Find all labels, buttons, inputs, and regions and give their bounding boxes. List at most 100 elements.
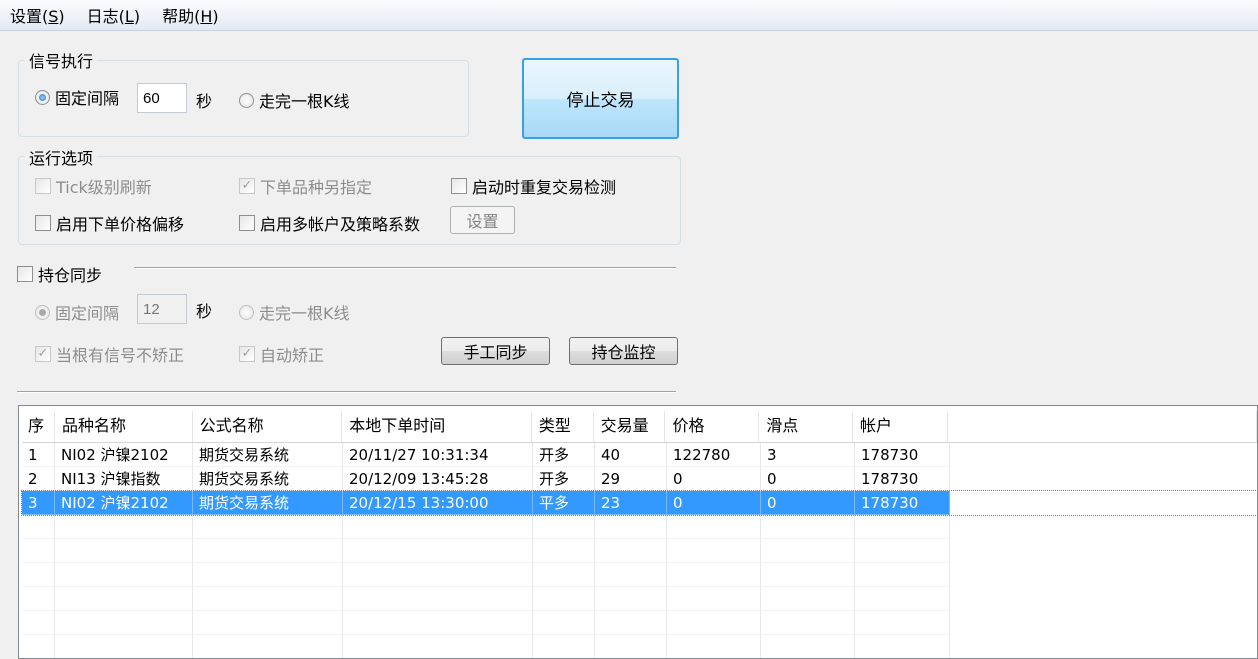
checkmark-icon: ✓ (239, 178, 255, 194)
settings-button[interactable]: 设置 (450, 206, 515, 234)
signal-group-title: 信号执行 (25, 48, 98, 72)
column-header[interactable]: 交易量 (594, 411, 666, 442)
menu-label-end: ) (212, 7, 219, 26)
table-cell (667, 587, 761, 611)
table-cell (595, 539, 667, 563)
table-cell (667, 539, 761, 563)
empty-row (22, 539, 1257, 563)
column-header[interactable]: 品种名称 (55, 411, 193, 442)
menu-key: H (200, 7, 213, 26)
column-header[interactable]: 类型 (532, 411, 594, 442)
table-cell: 122780 (667, 443, 761, 467)
symbol-specify-checkbox[interactable]: ✓ 下单品种另指定 (239, 174, 372, 198)
table-cell: 2 (22, 467, 55, 491)
empty-row (22, 611, 1257, 635)
multi-account-checkbox[interactable]: 启用多帐户及策略系数 (239, 211, 420, 235)
menu-label-end: ) (58, 7, 65, 26)
table-row[interactable]: 3 NI02 沪镍2102 期货交易系统 20/12/15 13:30:00 平多 23 0… (21, 490, 1257, 516)
radio-label: 固定间隔 (55, 89, 120, 108)
checkbox-icon (239, 215, 255, 231)
no-correct-checkbox[interactable]: ✓ 当根有信号不矫正 (35, 342, 184, 366)
table-cell (761, 563, 855, 587)
radio-icon (239, 92, 254, 108)
column-header[interactable]: 滑点 (759, 411, 853, 442)
options-group-title: 运行选项 (25, 145, 98, 169)
kline-radio[interactable]: 走完一根K线 (239, 88, 350, 112)
column-header[interactable]: 价格 (665, 411, 760, 442)
table-cell: 40 (595, 443, 667, 467)
table-cell: 开多 (533, 467, 595, 491)
position-monitor-button[interactable]: 持仓监控 (569, 337, 678, 365)
table-cell: 20/12/09 13:45:28 (343, 467, 533, 491)
tick-refresh-checkbox[interactable]: Tick级别刷新 (35, 174, 152, 198)
table-cell (667, 635, 761, 658)
menu-label: 日志( (86, 7, 125, 26)
sync-kline-radio[interactable]: 走完一根K线 (239, 300, 350, 324)
table-cell (667, 515, 761, 539)
table-cell: 178730 (855, 467, 950, 491)
table-cell (22, 587, 55, 611)
table-cell: 3 (761, 443, 855, 467)
position-sync-checkbox[interactable]: 持仓同步 (17, 262, 102, 286)
table-cell (193, 587, 343, 611)
table-row[interactable]: 1 NI02 沪镍2102 期货交易系统 20/11/27 10:31:34 开多 40 1… (22, 443, 1257, 467)
manual-sync-button[interactable]: 手工同步 (441, 337, 550, 365)
column-header[interactable]: 公式名称 (193, 411, 343, 442)
table-cell: 29 (595, 467, 667, 491)
checkbox-label: Tick级别刷新 (56, 178, 152, 197)
empty-row (22, 563, 1257, 587)
radio-icon (35, 89, 50, 105)
table-cell: 178730 (855, 491, 950, 515)
checkbox-icon (451, 178, 467, 194)
seconds-label: 秒 (196, 92, 213, 111)
table-cell (343, 539, 533, 563)
table-cell (533, 515, 595, 539)
column-header[interactable]: 帐户 (853, 411, 948, 442)
radio-label: 走完一根K线 (259, 304, 350, 323)
checkbox-label: 自动矫正 (260, 346, 325, 365)
interval-input[interactable] (137, 83, 187, 113)
auto-correct-checkbox[interactable]: ✓ 自动矫正 (239, 342, 324, 366)
table-cell (595, 563, 667, 587)
fixed-interval-radio[interactable]: 固定间隔 (35, 85, 119, 109)
menu-help[interactable]: 帮助(H) (162, 3, 219, 27)
table-header: 序 品种名称 公式名称 本地下单时间 类型 交易量 价格 滑点 帐户 (22, 406, 1257, 443)
table-cell (533, 539, 595, 563)
table-cell (343, 563, 533, 587)
table-cell: 23 (595, 491, 667, 515)
empty-row (22, 587, 1257, 611)
checkbox-icon (35, 178, 51, 194)
table-cell: 平多 (533, 491, 595, 515)
sync-fixed-interval-radio[interactable]: 固定间隔 (35, 300, 119, 324)
startup-check-checkbox[interactable]: 启动时重复交易检测 (451, 174, 616, 198)
stop-trading-button[interactable]: 停止交易 (522, 58, 679, 139)
table-cell (855, 563, 950, 587)
column-header[interactable]: 本地下单时间 (342, 411, 532, 442)
radio-label: 固定间隔 (55, 304, 120, 323)
table-cell: 178730 (855, 443, 950, 467)
radio-label: 走完一根K线 (259, 92, 350, 111)
table-cell (343, 635, 533, 658)
table-cell: 3 (22, 491, 55, 515)
radio-icon (35, 304, 50, 320)
table-body: 1 NI02 沪镍2102 期货交易系统 20/11/27 10:31:34 开多 40 1… (19, 443, 1257, 658)
table-cell: 20/11/27 10:31:34 (343, 443, 533, 467)
table-cell (533, 635, 595, 658)
table-row[interactable]: 2 NI13 沪镍指数 期货交易系统 20/12/09 13:45:28 开多 29 0 0 1… (22, 467, 1257, 491)
checkbox-icon (35, 215, 51, 231)
menu-log[interactable]: 日志(L) (87, 3, 140, 27)
table-cell (55, 539, 193, 563)
column-header[interactable]: 序 (22, 411, 55, 442)
table-cell (343, 611, 533, 635)
checkbox-icon (17, 266, 33, 282)
sync-interval-input[interactable] (137, 294, 187, 324)
radio-icon (239, 304, 254, 320)
price-offset-checkbox[interactable]: 启用下单价格偏移 (35, 211, 184, 235)
table-cell (595, 635, 667, 658)
table-cell (761, 635, 855, 658)
checkmark-icon: ✓ (239, 346, 255, 362)
menu-settings[interactable]: 设置(S) (10, 3, 65, 27)
table-cell (761, 587, 855, 611)
table-cell (343, 515, 533, 539)
column-header-filler (948, 411, 1257, 442)
